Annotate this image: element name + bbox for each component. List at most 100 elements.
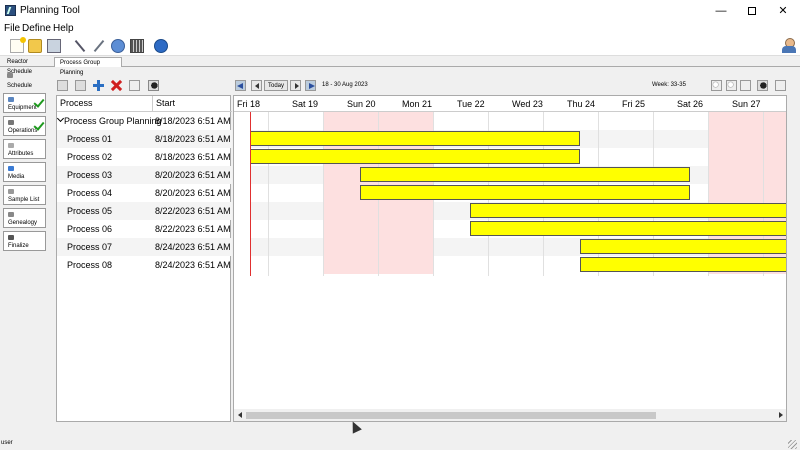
gantt-bar[interactable] (250, 131, 580, 146)
finalize-icon (8, 235, 14, 240)
title-bar: Planning Tool — ✕ (0, 0, 800, 22)
print-icon[interactable] (47, 39, 61, 53)
next-day-button[interactable] (290, 80, 301, 91)
nav-operations[interactable]: Operations (3, 116, 46, 136)
nav-schedule[interactable]: Schedule (3, 70, 46, 90)
day-label: Sat 26 (677, 99, 704, 109)
column-header-process[interactable]: Process (60, 98, 93, 108)
gantt-bar[interactable] (250, 149, 580, 164)
day-cell (709, 148, 764, 166)
fit-to-window-icon[interactable] (740, 80, 751, 91)
day-cell (379, 112, 434, 130)
table-row[interactable]: Process 02 8/18/2023 6:51 AM (57, 148, 232, 166)
resize-grip-icon[interactable] (788, 440, 797, 449)
horizontal-scrollbar[interactable] (234, 409, 786, 421)
gantt-bar[interactable] (360, 185, 690, 200)
column-header-start[interactable]: Start (156, 98, 175, 108)
table-row[interactable]: Process 05 8/22/2023 6:51 AM (57, 202, 232, 220)
table-row[interactable]: Process 06 8/22/2023 6:51 AM (57, 220, 232, 238)
genealogy-icon (8, 212, 14, 217)
menu-help[interactable]: Help (53, 23, 74, 34)
nav-finalize[interactable]: Finalize (3, 231, 46, 251)
group-row[interactable]: Process Group Planning 8/18/2023 6:51 AM (57, 112, 232, 130)
day-cell (324, 238, 379, 256)
tab-reactor-schedule[interactable]: Reactor Schedule (2, 57, 52, 75)
gantt-bar[interactable] (580, 239, 786, 254)
gantt-bar[interactable] (360, 167, 690, 182)
nav-equipment-label: Equipment (8, 105, 37, 111)
user-icon[interactable] (782, 38, 796, 54)
check-icon (34, 120, 43, 130)
scroll-right-icon[interactable] (777, 411, 785, 419)
database-icon[interactable] (111, 39, 125, 53)
zoom-out-icon[interactable] (726, 80, 737, 91)
properties-icon[interactable] (129, 80, 140, 91)
process-name: Process 06 (67, 224, 113, 234)
table-row[interactable]: Process 04 8/20/2023 6:51 AM (57, 184, 232, 202)
toggle-view-icon[interactable] (148, 80, 159, 91)
pen-icon[interactable] (92, 39, 106, 53)
day-cell (269, 220, 324, 238)
process-start: 8/22/2023 6:51 AM (155, 206, 231, 216)
process-grid: Process Start Process Group Planning 8/1… (56, 95, 232, 422)
week-range-label: Week: 33-35 (652, 82, 686, 88)
pin-icon[interactable] (775, 80, 786, 91)
last-week-button[interactable] (305, 80, 316, 91)
nav-equipment[interactable]: Equipment (3, 93, 46, 113)
gantt-left-gutter (234, 112, 251, 276)
attributes-icon (8, 143, 14, 148)
table-edit-icon[interactable] (75, 80, 86, 91)
day-label: Sat 19 (292, 99, 319, 109)
tab-process-group-planning[interactable]: Process Group Planning (54, 57, 122, 76)
nav-sample-list[interactable]: Sample List (3, 185, 46, 205)
nav-genealogy[interactable]: Genealogy (3, 208, 46, 228)
globe-sync-icon[interactable] (154, 39, 168, 53)
day-label: Tue 22 (457, 99, 485, 109)
table-row[interactable]: Process 03 8/20/2023 6:51 AM (57, 166, 232, 184)
day-cell (269, 202, 324, 220)
prev-day-button[interactable] (251, 80, 262, 91)
process-start: 8/24/2023 6:51 AM (155, 242, 231, 252)
open-folder-icon[interactable] (28, 39, 42, 53)
delete-icon[interactable] (111, 80, 122, 91)
process-start: 8/24/2023 6:51 AM (155, 260, 231, 270)
new-file-icon[interactable] (10, 37, 26, 53)
table-row[interactable]: Process 01 8/18/2023 6:51 AM (57, 130, 232, 148)
scroll-left-icon[interactable] (236, 411, 244, 419)
process-start: 8/18/2023 6:51 AM (155, 152, 231, 162)
menu-file[interactable]: File (4, 23, 20, 34)
process-name: Process 02 (67, 152, 113, 162)
maximize-button[interactable] (741, 3, 763, 19)
minimize-button[interactable]: — (710, 3, 732, 19)
day-cell (599, 112, 654, 130)
group-name: Process Group Planning (64, 116, 162, 126)
first-week-button[interactable] (235, 80, 246, 91)
day-cell (489, 256, 544, 274)
maximize-icon (748, 7, 756, 15)
grid-view-icon[interactable] (57, 80, 68, 91)
today-button[interactable]: Today (264, 80, 289, 91)
gantt-bar[interactable] (470, 221, 786, 236)
scrollbar-thumb[interactable] (246, 412, 656, 419)
current-time-line (250, 112, 251, 276)
wrench-icon[interactable] (73, 39, 87, 53)
day-label: Sun 20 (347, 99, 376, 109)
menu-define[interactable]: Define (22, 23, 51, 34)
table-row[interactable]: Process 08 8/24/2023 6:51 AM (57, 256, 232, 274)
table-row[interactable]: Process 07 8/24/2023 6:51 AM (57, 238, 232, 256)
contrast-icon[interactable] (757, 80, 768, 91)
column-divider[interactable] (152, 96, 153, 112)
day-cell (324, 220, 379, 238)
nav-attributes[interactable]: Attributes (3, 139, 46, 159)
server-rack-icon[interactable] (130, 39, 144, 53)
gantt-bar[interactable] (580, 257, 786, 272)
gantt-bar[interactable] (470, 203, 786, 218)
day-cell (269, 112, 324, 130)
zoom-in-icon[interactable] (711, 80, 722, 91)
day-cell (269, 166, 324, 184)
process-name: Process 03 (67, 170, 113, 180)
add-icon[interactable] (93, 80, 104, 91)
day-cell (379, 238, 434, 256)
close-button[interactable]: ✕ (772, 3, 794, 19)
nav-media[interactable]: Media (3, 162, 46, 182)
